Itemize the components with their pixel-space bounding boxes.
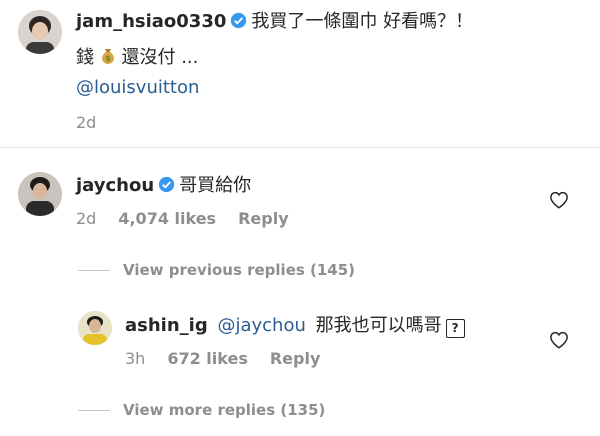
svg-text:$: $ [105,54,111,63]
reply-author-username[interactable]: ashin_ig [125,315,208,336]
unknown-glyph-icon: ? [445,319,465,338]
post-caption: jam_hsiao0330 我買了一條圍巾 好看嗎？！ [76,10,473,34]
comment-author-username[interactable]: jaychou [76,175,154,196]
reply-reply-button[interactable]: Reply [270,349,321,368]
replies-thread-line [78,410,110,411]
post-author-username[interactable]: jam_hsiao0330 [76,11,226,32]
section-divider [0,147,600,148]
avatar-image [78,311,112,345]
reply-mention-link[interactable]: @jaychou [217,315,305,336]
comment: jaychou 哥買給你 [76,174,251,198]
reply: ashin_ig @jaychou 那我也可以嗎哥? [125,314,465,338]
view-more-replies-button[interactable]: View more replies (135) [123,401,325,419]
reply-text: 那我也可以嗎哥 [315,315,442,336]
post-author-avatar[interactable] [18,10,62,54]
caption-text-line1: 我買了一條圍巾 好看嗎？！ [251,11,474,32]
caption-text-before-emoji: 錢 [76,47,94,68]
comment-text: 哥買給你 [179,175,252,196]
reply-like-heart-icon[interactable] [549,331,569,349]
verified-badge-icon [159,176,175,193]
post-caption-line2: 錢 $ 還沒付 ... [76,46,198,70]
post-mention-link[interactable]: @louisvuitton [76,76,199,100]
avatar-image [18,172,62,216]
post-timestamp: 2d [76,113,97,132]
comment-like-heart-icon[interactable] [549,191,569,209]
reply-timestamp: 3h [125,349,146,368]
comment-author-avatar[interactable] [18,172,62,216]
reply-author-avatar[interactable] [78,311,112,345]
replies-thread-line [78,270,110,271]
reply-meta: 3h 672 likes Reply [125,349,342,368]
comment-likes[interactable]: 4,074 likes [118,209,216,228]
comment-timestamp: 2d [76,209,97,228]
reply-likes[interactable]: 672 likes [167,349,248,368]
comment-reply-button[interactable]: Reply [238,209,289,228]
caption-text-after-emoji: 還沒付 ... [121,47,199,68]
verified-badge-icon [231,12,247,29]
money-bag-icon: $ [101,49,114,64]
view-previous-replies-button[interactable]: View previous replies (145) [123,261,355,279]
avatar-image [18,10,62,54]
comment-meta: 2d 4,074 likes Reply [76,209,311,228]
